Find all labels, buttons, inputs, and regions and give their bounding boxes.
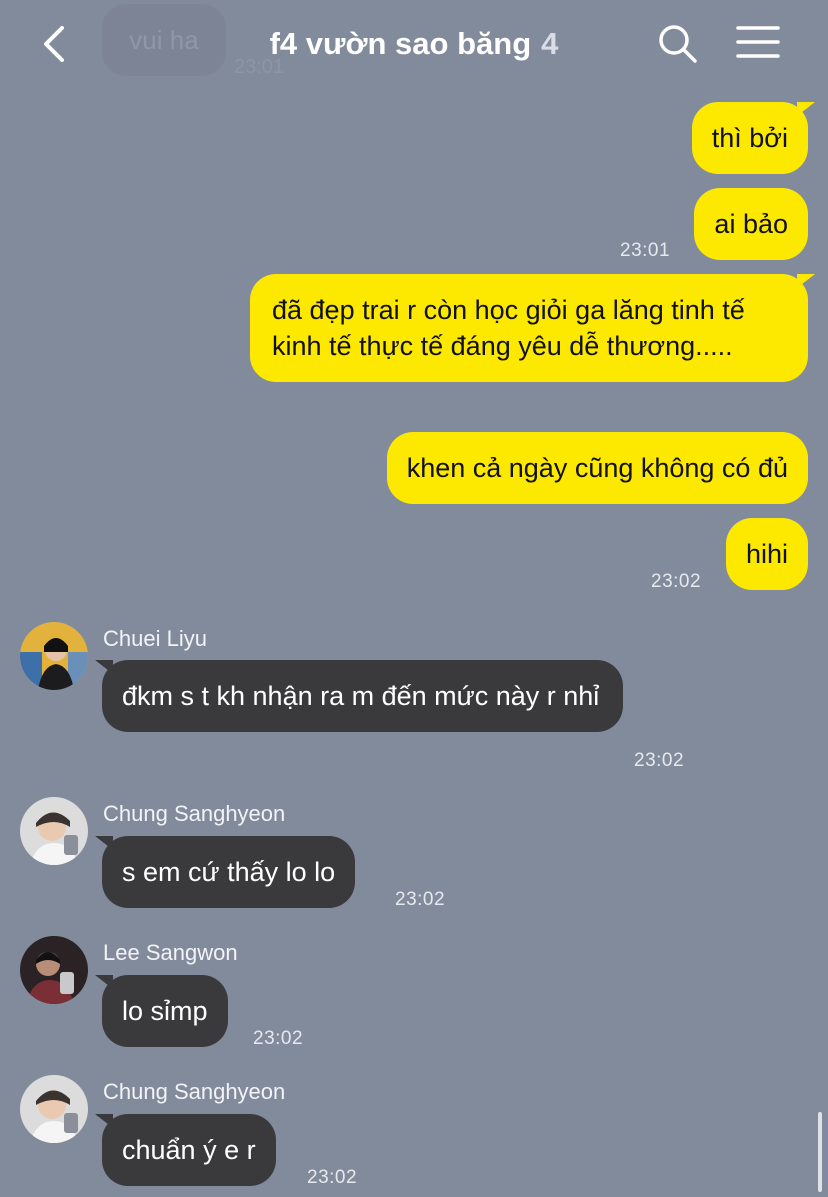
- message-time: 23:02: [651, 571, 702, 592]
- back-button[interactable]: [36, 22, 76, 66]
- scrollbar[interactable]: [818, 1112, 822, 1192]
- message-time: 23:01: [620, 240, 671, 261]
- outgoing-message[interactable]: hihi: [725, 518, 808, 590]
- chat-screen: vui ha 23:01 f4 vườn sao băng4 thì bởi: [0, 0, 828, 1197]
- avatar[interactable]: [20, 936, 88, 1004]
- outgoing-message[interactable]: đã đẹp trai r còn học giỏi ga lăng tinh …: [250, 274, 815, 382]
- avatar[interactable]: [20, 1075, 88, 1143]
- group-name: f4 vườn sao băng: [269, 26, 532, 61]
- sender-name: Chuei Liyu: [103, 626, 207, 651]
- menu-button[interactable]: [736, 24, 780, 64]
- chat-title: f4 vườn sao băng 4: [0, 26, 828, 62]
- incoming-message[interactable]: s em cứ thấy lo lo: [94, 836, 356, 908]
- incoming-message[interactable]: đkm s t kh nhận ra m đến mức này r nhỉ: [95, 660, 623, 732]
- avatar[interactable]: [20, 622, 88, 690]
- sender-name: Chung Sanghyeon: [103, 801, 286, 826]
- chat-header: f4 vườn sao băng 4: [0, 0, 828, 88]
- outgoing-message[interactable]: ai bảo: [694, 188, 808, 260]
- outgoing-message[interactable]: thì bởi: [691, 102, 816, 174]
- sender-name: Lee Sangwon: [103, 940, 238, 965]
- message-time: 23:02: [253, 1028, 304, 1049]
- incoming-message[interactable]: lo sỉmp: [95, 975, 228, 1047]
- message-time: 23:02: [307, 1167, 358, 1188]
- message-time: 23:02: [395, 889, 446, 910]
- search-button[interactable]: [656, 22, 700, 66]
- search-icon: [659, 25, 697, 63]
- avatar[interactable]: [20, 797, 88, 865]
- member-count: 4: [541, 26, 559, 61]
- chevron-left-icon: [44, 26, 64, 62]
- outgoing-message[interactable]: khen cả ngày cũng không có đủ: [386, 432, 808, 504]
- sender-name: Chung Sanghyeon: [103, 1079, 286, 1104]
- message-time: 23:02: [634, 750, 685, 771]
- hamburger-menu-icon: [736, 26, 780, 58]
- incoming-message[interactable]: chuẩn ý e r: [95, 1114, 276, 1186]
